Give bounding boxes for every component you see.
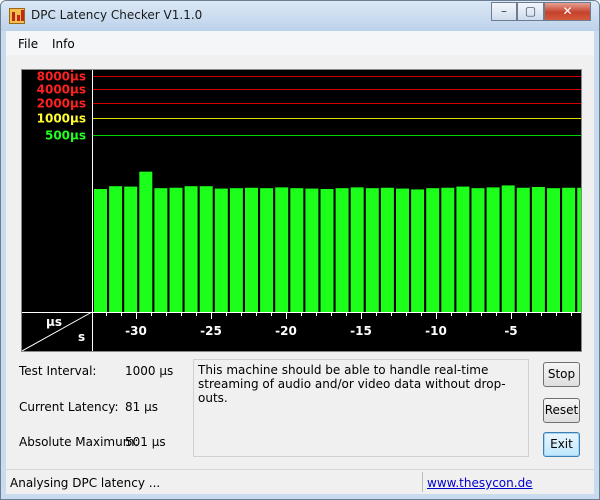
bar	[260, 188, 274, 312]
absolute-max-value: 501 µs	[125, 435, 166, 449]
menu-file[interactable]: File	[18, 37, 38, 51]
bar	[531, 186, 545, 312]
y-tick-label: 2000µs	[37, 97, 86, 111]
bar	[456, 186, 470, 312]
bar	[365, 188, 379, 312]
bar	[335, 188, 349, 312]
status-text: Analysing DPC latency ...	[10, 476, 161, 490]
bar	[471, 188, 485, 312]
bar	[441, 187, 455, 312]
bar	[229, 188, 243, 312]
x-axis-unit: s	[78, 330, 85, 344]
bar	[169, 187, 183, 312]
current-latency-label: Current Latency:	[19, 400, 119, 414]
x-tick-label: -15	[350, 324, 372, 338]
menu-info[interactable]: Info	[52, 37, 75, 51]
bar	[94, 188, 107, 312]
y-axis-unit: µs	[46, 315, 62, 329]
y-tick-label: 500µs	[45, 129, 86, 143]
bar	[290, 188, 304, 312]
minimize-icon[interactable]: –	[491, 2, 517, 21]
bar	[547, 188, 560, 312]
bar	[245, 187, 258, 312]
bar	[199, 186, 213, 312]
x-tick-label: -10	[425, 324, 447, 338]
client-area: File Info 16000µs8000µs4000µs2000µs1000µ…	[6, 31, 594, 494]
bar	[516, 187, 530, 312]
bar	[577, 187, 581, 312]
bar	[124, 186, 138, 312]
close-icon[interactable]: ✕	[544, 2, 591, 21]
current-latency-value: 81 µs	[125, 400, 158, 414]
test-interval-value: 1000 µs	[125, 364, 174, 378]
status-separator	[422, 472, 423, 492]
bar	[154, 188, 168, 312]
x-tick-label: -30	[125, 324, 147, 338]
status-bar: Analysing DPC latency ... www.thesycon.d…	[6, 469, 594, 494]
stop-button[interactable]: Stop	[543, 362, 580, 387]
window-title: DPC Latency Checker V1.1.0	[31, 8, 203, 22]
bar	[320, 188, 334, 312]
latency-chart: 16000µs8000µs4000µs2000µs1000µs500µsµss-…	[21, 69, 582, 352]
bar	[380, 187, 394, 312]
bar	[214, 188, 228, 312]
y-tick-label: 1000µs	[37, 112, 86, 126]
bar	[486, 187, 500, 312]
status-message-box: This machine should be able to handle re…	[193, 359, 529, 457]
bar	[275, 187, 289, 312]
website-link[interactable]: www.thesycon.de	[427, 476, 533, 490]
app-bars-icon	[9, 8, 25, 24]
bar	[426, 188, 440, 312]
test-interval-label: Test Interval:	[19, 364, 97, 378]
bar	[350, 187, 364, 312]
absolute-max-label: Absolute Maximum:	[19, 435, 139, 449]
y-tick-label: 4000µs	[37, 83, 86, 97]
x-tick-label: -20	[275, 324, 297, 338]
bar	[109, 186, 123, 312]
menu-bar: File Info	[6, 31, 594, 55]
maximize-icon[interactable]: ▢	[517, 2, 544, 21]
bar	[139, 171, 153, 312]
bar	[396, 188, 409, 312]
bar	[411, 189, 425, 312]
bar	[184, 186, 198, 312]
latency-chart-svg: 16000µs8000µs4000µs2000µs1000µs500µsµss-…	[22, 70, 581, 351]
x-tick-label: -5	[504, 324, 517, 338]
exit-button[interactable]: Exit	[543, 432, 580, 457]
title-bar[interactable]: DPC Latency Checker V1.1.0 – ▢ ✕	[1, 1, 599, 31]
main-window: DPC Latency Checker V1.1.0 – ▢ ✕ File In…	[0, 0, 600, 500]
x-tick-label: -25	[200, 324, 222, 338]
y-tick-label: 8000µs	[37, 70, 86, 84]
reset-button[interactable]: Reset	[543, 398, 580, 423]
bar	[501, 185, 515, 312]
bar	[305, 188, 319, 312]
bar	[562, 187, 576, 312]
